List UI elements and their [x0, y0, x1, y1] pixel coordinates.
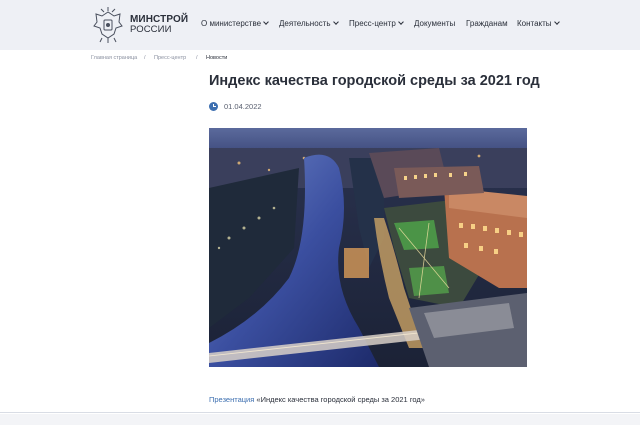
nav-item-contacts[interactable]: Контакты [517, 19, 560, 28]
logo-line-2: РОССИИ [130, 24, 172, 35]
article-date: 01.04.2022 [224, 102, 262, 111]
breadcrumb-separator: / [196, 55, 198, 61]
nav-label: Деятельность [279, 19, 331, 28]
page-title: Индекс качества городской среды за 2021 … [209, 73, 540, 89]
nav-item-documents[interactable]: Документы [414, 19, 455, 28]
logo-text[interactable]: МИНСТРОЙ РОССИИ [130, 15, 188, 35]
nav-label: Пресс-центр [349, 19, 396, 28]
breadcrumb-home[interactable]: Главная страница [91, 55, 137, 61]
breadcrumb-press-center[interactable]: Пресс-центр [154, 55, 186, 61]
clock-icon [209, 102, 218, 111]
aerial-city-night-image [209, 128, 527, 367]
presentation-caption: Презентация «Индекс качества городской с… [209, 395, 425, 404]
divider [0, 412, 640, 413]
nav-item-citizens[interactable]: Гражданам [466, 19, 508, 28]
article-photo [209, 128, 527, 367]
nav-label: Документы [414, 19, 456, 28]
chevron-down-icon [263, 19, 269, 25]
horizontal-scrollbar[interactable] [0, 414, 640, 425]
chevron-down-icon [397, 19, 404, 25]
nav-label: О министерстве [201, 19, 262, 28]
presentation-title: «Индекс качества городской среды за 2021… [254, 395, 425, 404]
nav-item-press-center[interactable]: Пресс-центр [349, 19, 404, 28]
breadcrumb-current: Новости [206, 55, 228, 61]
nav-label: Контакты [517, 19, 552, 28]
nav-item-activity[interactable]: Деятельность [279, 19, 339, 28]
chevron-down-icon [332, 19, 339, 25]
nav-item-about[interactable]: О министерстве [201, 19, 269, 28]
chevron-down-icon [553, 19, 560, 25]
site-header: МИНСТРОЙ РОССИИ О министерстве Деятельно… [0, 0, 640, 50]
coat-of-arms-icon[interactable] [90, 6, 126, 44]
breadcrumb-separator: / [144, 55, 146, 61]
nav-label: Гражданам [466, 19, 508, 28]
presentation-link[interactable]: Презентация [209, 395, 254, 404]
